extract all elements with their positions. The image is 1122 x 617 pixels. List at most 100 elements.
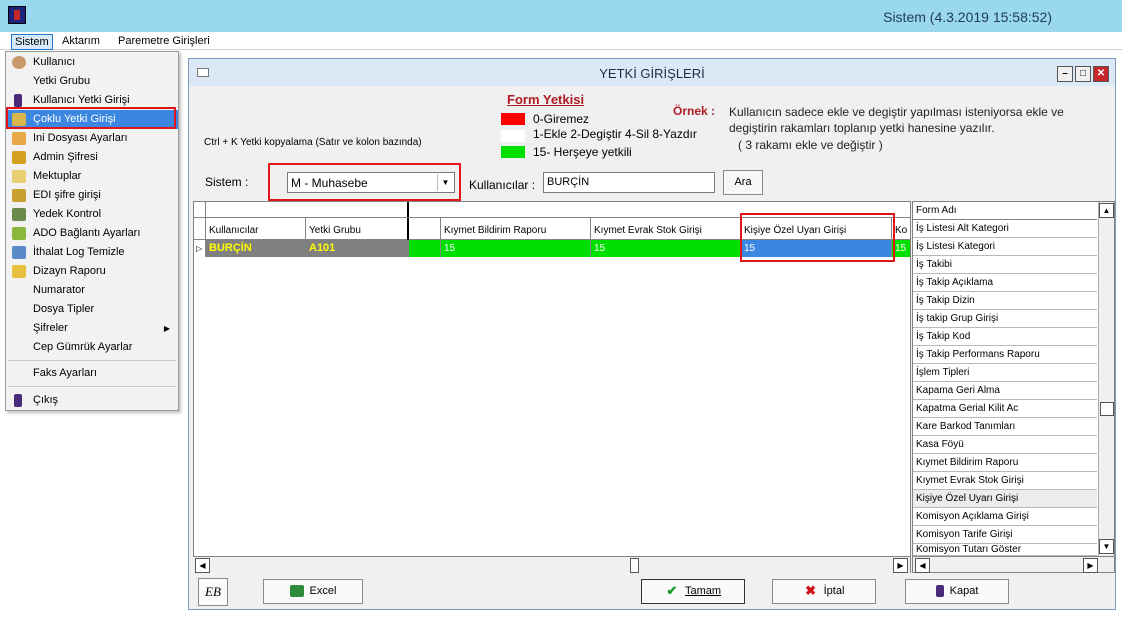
menu-item-dosya-tipler[interactable]: Dosya Tipler <box>6 300 178 319</box>
menu-item-cep-gumruk-ayarlar[interactable]: Cep Gümrük Ayarlar <box>6 338 178 357</box>
file-icon <box>12 132 26 145</box>
app-title: Sistem (4.3.2019 15:58:52) <box>883 9 1052 25</box>
col-header-kiymet-bildirim-raporu[interactable]: Kıymet Bildirim Raporu <box>441 218 591 240</box>
scroll-right-icon[interactable]: ▶ <box>1083 558 1098 573</box>
cell-kiymet-evrak[interactable]: 15 <box>591 240 741 257</box>
list-item[interactable]: Kişiye Özel Uyarı Girişi <box>913 490 1097 508</box>
list-item[interactable]: İş Takibi <box>913 256 1097 274</box>
menu-item-ado-baglanti-ayarlari[interactable]: ADO Bağlantı Ayarları <box>6 224 178 243</box>
col-header-kullanicilar[interactable]: Kullanıcılar <box>206 218 306 240</box>
list-item[interactable]: İş Takip Açıklama <box>913 274 1097 292</box>
list-item[interactable]: Kıymet Evrak Stok Girişi <box>913 472 1097 490</box>
scrollbar-thumb[interactable] <box>630 558 639 573</box>
menu-item-kullanici[interactable]: Kullanıcı <box>6 53 178 72</box>
eb-logo-button[interactable]: EB <box>198 578 228 606</box>
cell-kiymet-bildirim[interactable]: 15 <box>441 240 591 257</box>
menu-separator <box>8 386 176 387</box>
menu-item-yedek-kontrol[interactable]: Yedek Kontrol <box>6 205 178 224</box>
letter-icon <box>12 170 26 183</box>
list-item[interactable]: Kıymet Bildirim Raporu <box>913 454 1097 472</box>
log-icon <box>12 246 26 259</box>
scroll-right-icon[interactable]: ▶ <box>893 558 908 573</box>
sistem-dropdown-menu: Kullanıcı Yetki Grubu Kullanıcı Yetki Gi… <box>5 51 179 411</box>
connection-icon <box>12 227 26 240</box>
minimize-button[interactable]: – <box>1057 66 1073 82</box>
form-yetkisi-title: Form Yetkisi <box>507 92 585 107</box>
title-bar: Sistem (4.3.2019 15:58:52) <box>0 0 1122 32</box>
kullanicilar-input-value: BURÇİN <box>547 176 590 188</box>
menu-item-dizayn-raporu[interactable]: Dizayn Raporu <box>6 262 178 281</box>
menu-item-admin-sifresi[interactable]: Admin Şifresi <box>6 148 178 167</box>
list-item[interactable]: Komisyon Tarife Girişi <box>913 526 1097 544</box>
list-item[interactable]: İş takip Grup Girişi <box>913 310 1097 328</box>
sistem-label: Sistem : <box>205 175 249 189</box>
user-icon <box>12 56 26 69</box>
cell-user[interactable]: BURÇİN <box>206 240 306 257</box>
legend-swatch-red <box>501 113 525 125</box>
list-item[interactable]: Kare Barkod Tanımları <box>913 418 1097 436</box>
form-list: Form Adı İş Listesi Alt Kategori İş List… <box>912 201 1115 573</box>
app-icon <box>8 6 26 24</box>
menu-separator <box>8 360 176 361</box>
list-item[interactable]: Kapama Geri Alma <box>913 382 1097 400</box>
menu-item-numarator[interactable]: Numarator <box>6 281 178 300</box>
list-item[interactable]: Komisyon Tutarı Göster <box>913 544 1097 556</box>
kapat-button[interactable]: Kapat <box>905 579 1009 604</box>
list-item[interactable]: Komisyon Açıklama Girişi <box>913 508 1097 526</box>
legend-swatch-green <box>501 146 525 158</box>
window-title-bar: YETKİ GİRİŞLERİ – □ ✕ <box>189 59 1115 86</box>
kullanicilar-label: Kullanıcılar : <box>469 178 536 192</box>
legend-ekle-degistir: 1-Ekle 2-Degiştir 4-Sil 8-Yazdır <box>533 127 697 141</box>
form-list-vertical-scrollbar[interactable]: ▲ ▼ <box>1098 202 1114 556</box>
form-list-header: Form Adı <box>913 202 1097 220</box>
list-item[interactable]: İş Listesi Kategori <box>913 238 1097 256</box>
scroll-down-icon[interactable]: ▼ <box>1099 539 1114 554</box>
menu-item-cikis[interactable]: Çıkış <box>6 391 178 410</box>
menu-item-mektuplar[interactable]: Mektuplar <box>6 167 178 186</box>
ctrl-k-hint: Ctrl + K Yetki kopyalama (Satır ve kolon… <box>204 137 422 148</box>
tamam-button[interactable]: ✔ Tamam <box>641 579 745 604</box>
ara-button[interactable]: Ara <box>723 170 763 195</box>
backup-icon <box>12 208 26 221</box>
menu-item-sifreler[interactable]: Şifreler ▶ <box>6 319 178 338</box>
menu-item-edi-sifre-girisi[interactable]: EDI şifre girişi <box>6 186 178 205</box>
list-item[interactable]: İş Takip Performans Raporu <box>913 346 1097 364</box>
menu-item-faks-ayarlari[interactable]: Faks Ayarları <box>6 364 178 383</box>
scroll-left-icon[interactable]: ◀ <box>915 558 930 573</box>
menu-parametre-girisleri[interactable]: Paremetre Girişleri <box>115 34 213 48</box>
legend-swatch-white <box>501 130 525 142</box>
menu-sistem[interactable]: Sistem <box>11 34 53 50</box>
ornek-text: Kullanıcın sadece ekle ve degiştir yapıl… <box>729 105 1064 135</box>
key-icon <box>12 189 26 202</box>
menu-item-ini-dosyasi-ayarlari[interactable]: Ini Dosyası Ayarları <box>6 129 178 148</box>
list-item[interactable]: Kasa Föyü <box>913 436 1097 454</box>
col-header-yetki-grubu[interactable]: Yetki Grubu <box>306 218 409 240</box>
menu-aktarim[interactable]: Aktarım <box>59 34 103 48</box>
yetki-girisleri-window: YETKİ GİRİŞLERİ – □ ✕ Form Yetkisi 0-Gir… <box>188 58 1116 610</box>
list-item[interactable]: Kapatma Gerial Kilit Ac <box>913 400 1097 418</box>
form-list-horizontal-scrollbar[interactable]: ◀ ▶ <box>913 556 1114 573</box>
scroll-up-icon[interactable]: ▲ <box>1099 203 1114 218</box>
list-item[interactable]: İş Takip Dizin <box>913 292 1097 310</box>
menu-item-yetki-grubu[interactable]: Yetki Grubu <box>6 72 178 91</box>
cell-group[interactable]: A101 <box>306 240 409 257</box>
grid-horizontal-scrollbar[interactable]: ◀ ▶ <box>193 556 910 573</box>
col-header-kiymet-evrak-stok-girisi[interactable]: Kıymet Evrak Stok Girişi <box>591 218 741 240</box>
x-icon: ✖ <box>805 583 817 599</box>
kullanicilar-input[interactable]: BURÇİN <box>543 172 715 193</box>
close-button[interactable]: ✕ <box>1093 66 1109 82</box>
list-item[interactable]: İşlem Tipleri <box>913 364 1097 382</box>
legend-giremez: 0-Giremez <box>533 112 590 126</box>
list-item[interactable]: İş Listesi Alt Kategori <box>913 220 1097 238</box>
scroll-left-icon[interactable]: ◀ <box>195 558 210 573</box>
row-indicator-icon: ▷ <box>194 240 206 257</box>
iptal-button[interactable]: ✖ İptal <box>772 579 876 604</box>
door-icon <box>14 94 22 107</box>
maximize-button[interactable]: □ <box>1075 66 1091 82</box>
scrollbar-thumb[interactable] <box>1100 402 1114 416</box>
door-icon <box>935 585 944 598</box>
menu-bar: Sistem Aktarım Paremetre Girişleri <box>0 32 1122 50</box>
menu-item-ithalat-log-temizle[interactable]: İthalat Log Temizle <box>6 243 178 262</box>
excel-button[interactable]: Excel <box>263 579 363 604</box>
list-item[interactable]: İş Takip Kod <box>913 328 1097 346</box>
